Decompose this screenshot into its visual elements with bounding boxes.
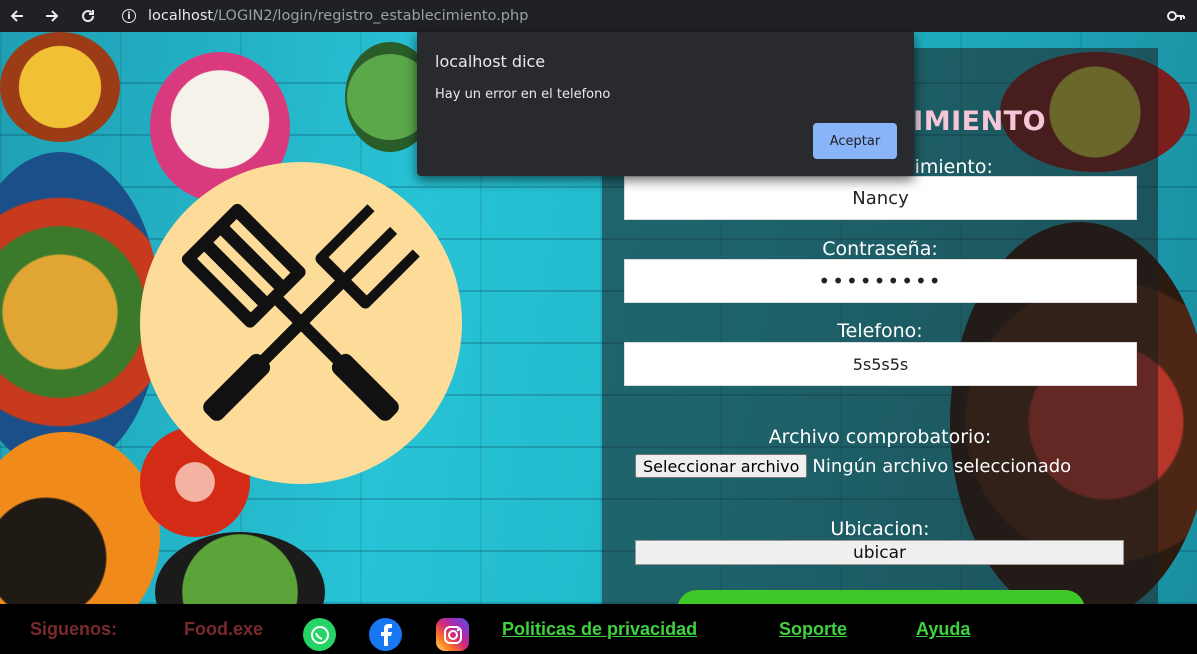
file-status: Ningún archivo seleccionado xyxy=(812,455,1072,477)
alert-dialog: localhost dice Hay un error en el telefo… xyxy=(417,32,914,176)
accept-button[interactable]: Aceptar xyxy=(813,123,897,159)
file-label: Archivo comprobatorio: xyxy=(768,426,992,448)
password-input[interactable]: ••••••••• xyxy=(624,259,1137,303)
dialog-message: Hay un error en el telefono xyxy=(435,87,611,102)
locate-button[interactable]: ubicar xyxy=(635,540,1124,565)
address-bar[interactable]: i localhost/LOGIN2/login/registro_establ… xyxy=(112,4,1142,28)
dialog-title: localhost dice xyxy=(435,52,546,71)
brand-name: Food.exe xyxy=(184,619,264,639)
key-icon[interactable] xyxy=(1167,8,1185,27)
footer: Siguenos: Food.exe Politicas de privacid… xyxy=(0,604,1197,654)
utensils-icon xyxy=(181,203,420,421)
info-icon[interactable]: i xyxy=(122,9,136,23)
whatsapp-icon[interactable] xyxy=(303,618,336,651)
follow-label: Siguenos: xyxy=(30,619,118,639)
url-host: localhost xyxy=(148,8,214,24)
submit-button[interactable] xyxy=(677,590,1085,604)
privacy-link[interactable]: Politicas de privacidad xyxy=(502,619,697,640)
back-icon[interactable] xyxy=(6,5,28,27)
facebook-icon[interactable] xyxy=(369,618,402,651)
instagram-icon[interactable] xyxy=(436,618,469,651)
food-decoration xyxy=(155,532,325,604)
food-decoration xyxy=(0,432,160,604)
phone-input[interactable]: 5s5s5s xyxy=(624,342,1137,386)
help-link[interactable]: Ayuda xyxy=(916,619,970,640)
food-decoration xyxy=(0,32,120,142)
forward-icon[interactable] xyxy=(41,5,63,27)
phone-label: Telefono: xyxy=(837,320,923,342)
file-input[interactable]: Seleccionar archivo Ningún archivo selec… xyxy=(635,454,1071,478)
location-label: Ubicacion: xyxy=(830,518,930,540)
password-label: Contraseña: xyxy=(822,238,938,260)
food-decoration xyxy=(0,152,160,472)
browser-toolbar: i localhost/LOGIN2/login/registro_establ… xyxy=(0,0,1197,32)
support-link[interactable]: Soporte xyxy=(779,619,847,640)
name-input[interactable]: Nancy xyxy=(624,176,1137,220)
logo xyxy=(140,162,462,484)
reload-icon[interactable] xyxy=(77,5,99,27)
choose-file-button[interactable]: Seleccionar archivo xyxy=(635,454,808,478)
url-path: /LOGIN2/login/registro_establecimiento.p… xyxy=(213,8,529,24)
